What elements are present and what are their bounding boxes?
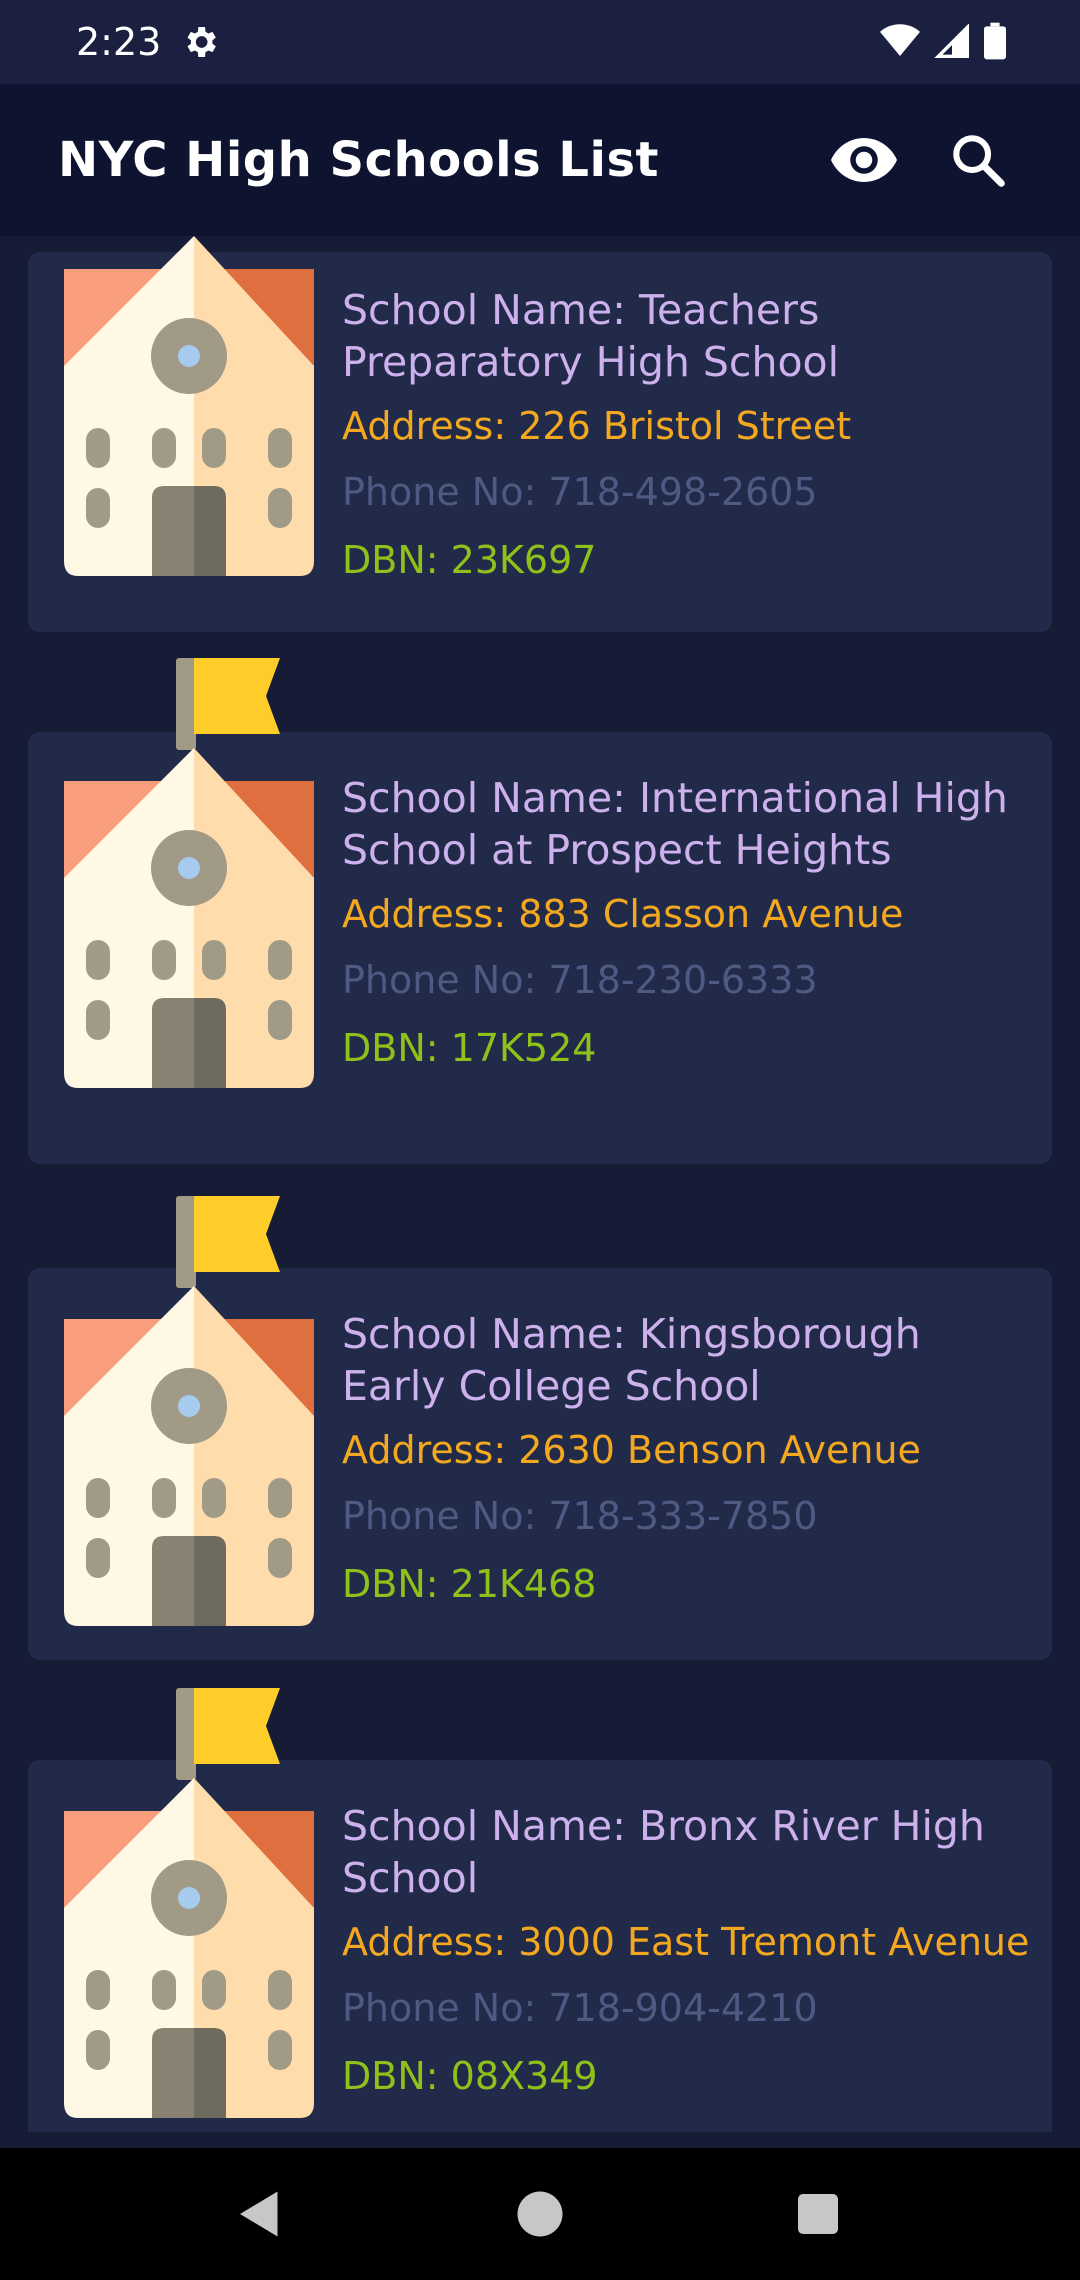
school-address: Address: 2630 Benson Avenue bbox=[342, 1428, 921, 1472]
school-name: School Name: Bronx River High School bbox=[342, 1802, 985, 1902]
app-bar: NYC High Schools List bbox=[0, 84, 1080, 236]
eye-icon bbox=[831, 138, 897, 182]
school-phone: Phone No: 718-904-4210 bbox=[342, 1986, 818, 2030]
school-card[interactable]: School Name: Bronx River High School Add… bbox=[28, 1688, 1052, 2132]
school-phone: Phone No: 718-230-6333 bbox=[342, 958, 818, 1002]
school-address: Address: 226 Bristol Street bbox=[342, 404, 852, 448]
recents-square-icon[interactable] bbox=[788, 2184, 848, 2244]
school-card[interactable]: School Name: Teachers Preparatory High S… bbox=[28, 236, 1052, 632]
school-phone: Phone No: 718-333-7850 bbox=[342, 1494, 818, 1538]
school-building-icon bbox=[64, 658, 314, 1088]
school-list[interactable]: School Name: Teachers Preparatory High S… bbox=[0, 236, 1080, 2132]
status-icons bbox=[880, 22, 1006, 60]
wifi-icon bbox=[880, 24, 920, 56]
battery-icon bbox=[984, 22, 1006, 60]
school-building-icon bbox=[64, 236, 314, 576]
school-name: School Name: Kingsborough Early College … bbox=[342, 1310, 921, 1410]
school-card[interactable]: School Name: Kingsborough Early College … bbox=[28, 1196, 1052, 1660]
status-bar: 2:23 bbox=[0, 0, 1080, 84]
app-title: NYC High Schools List bbox=[58, 132, 659, 188]
home-circle-icon[interactable] bbox=[510, 2184, 570, 2244]
school-name: School Name: Teachers Preparatory High S… bbox=[342, 286, 840, 386]
cell-signal-icon bbox=[934, 24, 969, 58]
school-dbn: DBN: 23K697 bbox=[342, 538, 597, 582]
school-card[interactable]: School Name: International High School a… bbox=[28, 658, 1052, 1164]
school-building-icon bbox=[64, 1196, 314, 1626]
search-icon bbox=[953, 135, 1005, 187]
school-address: Address: 3000 East Tremont Avenue bbox=[342, 1920, 1030, 1964]
back-triangle-icon[interactable] bbox=[230, 2184, 290, 2244]
school-dbn: DBN: 17K524 bbox=[342, 1026, 597, 1070]
school-address: Address: 883 Classon Avenue bbox=[342, 892, 904, 936]
search-button[interactable] bbox=[938, 120, 1018, 200]
navigation-bar bbox=[0, 2148, 1080, 2280]
toggle-view-button[interactable] bbox=[824, 120, 904, 200]
school-dbn: DBN: 08X349 bbox=[342, 2054, 598, 2098]
school-name: School Name: International High School a… bbox=[342, 774, 1008, 874]
status-time: 2:23 bbox=[76, 20, 162, 64]
school-building-icon bbox=[64, 1688, 314, 2118]
school-dbn: DBN: 21K468 bbox=[342, 1562, 597, 1606]
settings-gear-icon bbox=[187, 27, 216, 57]
school-phone: Phone No: 718-498-2605 bbox=[342, 470, 818, 514]
